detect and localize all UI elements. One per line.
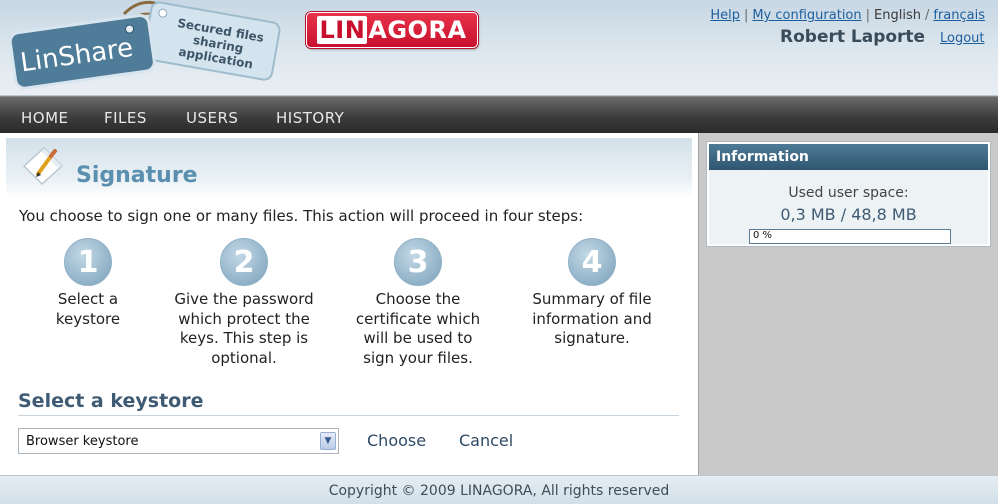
logout-link[interactable]: Logout: [940, 31, 985, 46]
nav-files[interactable]: FILES: [104, 109, 147, 127]
linshare-logo[interactable]: Secured files sharing application LinSha…: [6, 0, 306, 92]
used-space-progress-bar: 0 %: [749, 229, 951, 244]
chevron-down-icon[interactable]: ▼: [320, 432, 336, 450]
step-number-4: 4: [568, 238, 616, 286]
used-space-value: 0,3 MB / 48,8 MB: [780, 205, 917, 224]
step-2: 2 Give the password which protect the ke…: [164, 238, 324, 368]
step-4: 4 Summary of file information and signat…: [512, 238, 672, 349]
information-title: Information: [709, 144, 988, 170]
sign-document-icon: [22, 146, 64, 186]
linagora-logo[interactable]: LIN AGORA: [306, 12, 478, 48]
step-number-3: 3: [394, 238, 442, 286]
choose-button[interactable]: Choose: [367, 431, 426, 450]
keystore-select[interactable]: Browser keystore ▼: [18, 428, 339, 454]
progress-text: 0 %: [753, 230, 773, 241]
cancel-button[interactable]: Cancel: [459, 431, 513, 450]
main-nav: HOME FILES USERS HISTORY: [0, 96, 998, 133]
used-space-label: Used user space:: [788, 185, 909, 201]
language-english: English: [874, 8, 921, 23]
user-name: Robert Laporte: [780, 27, 926, 47]
nav-users[interactable]: USERS: [186, 109, 238, 127]
copyright-text: Copyright © 2009 LINAGORA, All rights re…: [328, 483, 670, 499]
information-body: Used user space: 0,3 MB / 48,8 MB 0 %: [709, 170, 988, 244]
nav-home[interactable]: HOME: [21, 109, 69, 127]
signature-header: Signature: [6, 138, 692, 198]
nav-history[interactable]: HISTORY: [276, 109, 344, 127]
app-header: Secured files sharing application LinSha…: [0, 0, 998, 96]
top-links: Help | My configuration | English / français: [710, 8, 985, 23]
content-area: Signature You choose to sign one or many…: [0, 133, 998, 475]
step-3: 3 Choose the certificate which will be u…: [338, 238, 498, 368]
step-number-2: 2: [220, 238, 268, 286]
page-title: Signature: [76, 163, 198, 188]
language-francais-link[interactable]: français: [933, 8, 985, 23]
linagora-logo-agora: AGORA: [368, 16, 467, 44]
intro-text: You choose to sign one or many files. Th…: [19, 207, 584, 225]
step-text-2: Give the password which protect the keys…: [174, 290, 314, 367]
linagora-logo-lin: LIN: [317, 16, 368, 44]
step-number-1: 1: [64, 238, 112, 286]
step-text-3: Choose the certificate which will be use…: [355, 290, 481, 367]
step-1: 1 Select a keystore: [8, 238, 168, 329]
step-text-4: Summary of file information and signatur…: [532, 290, 652, 347]
signature-panel: Signature You choose to sign one or many…: [0, 133, 699, 475]
keystore-select-value: Browser keystore: [26, 434, 139, 449]
step-text-1: Select a keystore: [55, 290, 121, 328]
section-divider: [18, 415, 679, 416]
section-title: Select a keystore: [18, 390, 204, 412]
footer: Copyright © 2009 LINAGORA, All rights re…: [0, 475, 998, 504]
my-configuration-link[interactable]: My configuration: [752, 8, 861, 23]
help-link[interactable]: Help: [710, 8, 740, 23]
information-box: Information Used user space: 0,3 MB / 48…: [706, 141, 991, 247]
